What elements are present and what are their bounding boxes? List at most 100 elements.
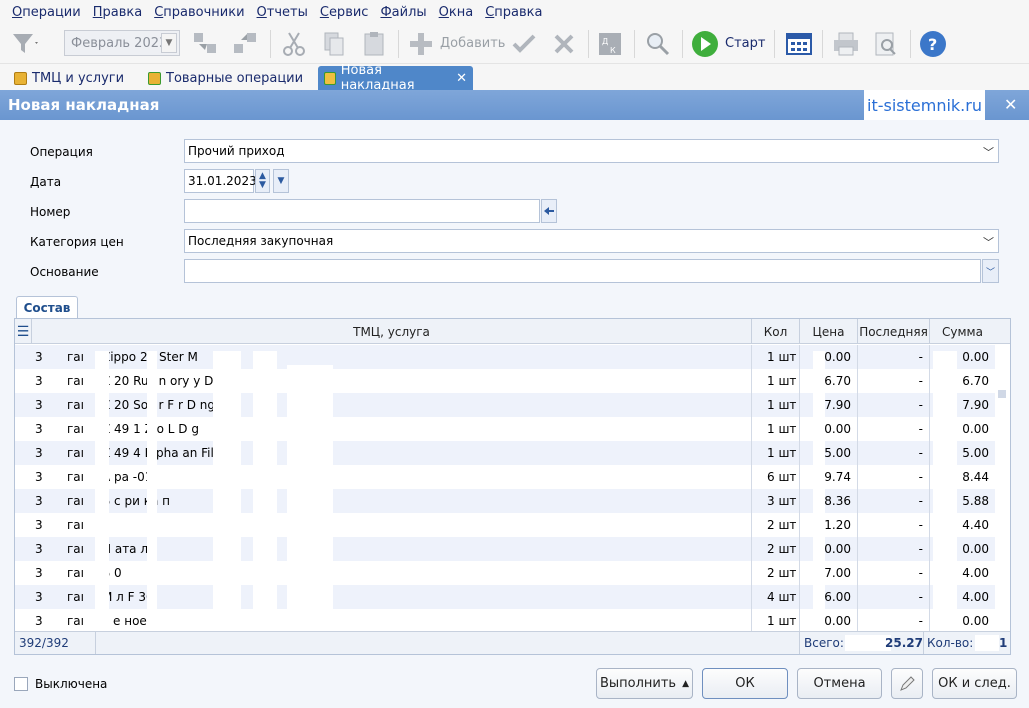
menu-operations[interactable]: Операции bbox=[12, 5, 81, 20]
copy-icon[interactable] bbox=[318, 28, 350, 60]
chevron-down-icon[interactable]: ﹀ bbox=[983, 144, 994, 160]
total-value: 25.27 bbox=[885, 636, 923, 650]
grid-footer: 392/392 Всего: 25.27 Кол-во: 1 bbox=[15, 631, 1010, 654]
menu-edit[interactable]: Правка bbox=[93, 5, 142, 20]
date-field[interactable]: 31.01.2023 bbox=[184, 169, 257, 193]
period-select[interactable]: Февраль 2023 ▼ bbox=[64, 30, 180, 56]
basis-label: Основание bbox=[30, 265, 99, 279]
column-header-price[interactable]: Цена bbox=[799, 319, 857, 344]
grid-scrollbar[interactable] bbox=[995, 345, 1010, 630]
cell-a: 3 bbox=[35, 518, 43, 532]
operation-select[interactable]: Прочий приход ﹀ bbox=[184, 139, 999, 163]
table-row[interactable]: 3 гаı Б с ри ка п3 шт 8.36-5.88 bbox=[15, 489, 995, 513]
execute-button[interactable]: Выполнить ▲ bbox=[596, 668, 693, 699]
cancel-button[interactable]: Отмена bbox=[797, 668, 882, 699]
column-header-sum[interactable]: Сумма bbox=[929, 319, 995, 344]
ok-next-button[interactable]: ОК и след. bbox=[932, 668, 1017, 699]
table-row[interactable]: 3 гаı П ата ла 2 шт 0.00-0.00 bbox=[15, 537, 995, 561]
menu-service[interactable]: Сервис bbox=[320, 5, 369, 20]
tab-new-invoice[interactable]: Новая накладная ✕ bbox=[318, 63, 473, 93]
close-icon[interactable]: ✕ bbox=[1004, 95, 1017, 114]
search-icon[interactable] bbox=[642, 28, 674, 60]
cell-a: 3 bbox=[35, 614, 43, 628]
table-row[interactable]: 3 гаı Z 20 Soc r F r D ng 1 шт 37.90-7.90 bbox=[15, 393, 995, 417]
menu-icon[interactable]: ☰ bbox=[15, 319, 31, 344]
menu-directories[interactable]: Справочники bbox=[154, 5, 244, 20]
menu-help[interactable]: Справка bbox=[485, 5, 542, 20]
calculator-icon[interactable] bbox=[782, 28, 816, 60]
cell-price: 0.00 bbox=[824, 422, 851, 436]
move-down-icon[interactable] bbox=[190, 28, 222, 60]
close-icon[interactable]: ✕ bbox=[456, 71, 467, 86]
cell-name: М л F 30 bbox=[102, 590, 154, 604]
basis-input[interactable] bbox=[184, 259, 981, 283]
print-icon[interactable] bbox=[830, 28, 862, 60]
menu-files[interactable]: Файлы bbox=[380, 5, 426, 20]
column-header-item[interactable]: ТМЦ, услуга bbox=[31, 319, 751, 344]
number-input[interactable] bbox=[184, 199, 540, 223]
cell-name: А ра -01 bbox=[102, 470, 153, 484]
cell-name: Zippo 20 Ster M bbox=[102, 350, 198, 364]
operation-value: Прочий приход bbox=[188, 144, 285, 158]
tab-contents[interactable]: Состав bbox=[16, 296, 78, 319]
scroll-thumb[interactable] bbox=[998, 390, 1006, 398]
table-row[interactable]: 3 гаı Z 49 4 E pha an Fill 1 шт 5.00-5.00 bbox=[15, 441, 995, 465]
help-icon[interactable]: ? bbox=[917, 28, 949, 60]
watermark: it-sistemnik.ru bbox=[864, 90, 985, 120]
cell-b: гаı bbox=[67, 494, 84, 508]
cell-qty: 1 шт bbox=[767, 374, 797, 388]
tab-tmc-services[interactable]: ТМЦ и услуги bbox=[8, 66, 130, 90]
cancel-icon[interactable] bbox=[548, 28, 580, 60]
cell-qty: 4 шт bbox=[767, 590, 797, 604]
window-title: Новая накладная bbox=[8, 96, 160, 114]
filter-icon[interactable] bbox=[8, 28, 42, 60]
cell-a: 3 bbox=[35, 350, 43, 364]
cell-b: гаı bbox=[67, 374, 84, 388]
check-icon[interactable] bbox=[508, 28, 540, 60]
table-row[interactable]: 3 гаı Б 02 шт 7.00-4.00 bbox=[15, 561, 995, 585]
ok-button[interactable]: ОК bbox=[702, 668, 788, 699]
date-spinner[interactable]: ▲ ▼ bbox=[255, 169, 270, 193]
cell-qty: 1 шт bbox=[767, 398, 797, 412]
add-button-label[interactable]: Добавить bbox=[440, 36, 505, 51]
cell-price: 5.00 bbox=[824, 446, 851, 460]
column-header-qty[interactable]: Кол bbox=[751, 319, 799, 344]
table-row[interactable]: 3гаıZippo 20 Ster M1 шт0.00-0.00 bbox=[15, 345, 995, 369]
paste-icon[interactable] bbox=[358, 28, 390, 60]
cut-icon[interactable] bbox=[278, 28, 310, 60]
cell-price: 7.00 bbox=[824, 566, 851, 580]
price-category-value: Последняя закупочная bbox=[188, 234, 334, 248]
toolbar: Февраль 2023 ▼ Добавить ДК Старт ? bbox=[0, 24, 1029, 64]
table-row[interactable]: 3гаıп2 шт1.20-4.40 bbox=[15, 513, 995, 537]
move-up-icon[interactable] bbox=[230, 28, 262, 60]
price-category-label: Категория цен bbox=[30, 235, 124, 249]
dk-icon[interactable]: ДК bbox=[594, 28, 626, 60]
table-row[interactable]: 3 гаı М л F 30 4 шт 6.00-4.00 bbox=[15, 585, 995, 609]
play-icon[interactable] bbox=[689, 28, 721, 60]
cell-a: 3 bbox=[35, 398, 43, 412]
column-header-last[interactable]: Последняя bbox=[857, 319, 929, 344]
table-row[interactable]: 3 гаı Z 20 Rus n ory y D1 шт 36.70-6.70 bbox=[15, 369, 995, 393]
calendar-dropdown-icon[interactable]: ▼ bbox=[273, 169, 289, 193]
table-row[interactable]: 3 гаı Р е ное 1 шт 0.00-0.00 bbox=[15, 609, 995, 633]
table-row[interactable]: 3 гаı А ра -01 6 шт 9.74-8.44 bbox=[15, 465, 995, 489]
menu-windows[interactable]: Окна bbox=[439, 5, 474, 20]
cell-name: Б с ри ка п bbox=[102, 494, 170, 508]
pen-icon[interactable] bbox=[891, 668, 923, 699]
disabled-checkbox[interactable] bbox=[14, 677, 28, 691]
chevron-down-icon[interactable]: ﹀ bbox=[983, 234, 994, 250]
add-icon[interactable] bbox=[404, 28, 438, 60]
price-category-select[interactable]: Последняя закупочная ﹀ bbox=[184, 229, 999, 253]
cell-a: 3 bbox=[35, 590, 43, 604]
chevron-down-icon[interactable]: ▼ bbox=[161, 33, 177, 53]
start-button-label[interactable]: Старт bbox=[725, 36, 765, 51]
disabled-label: Выключена bbox=[35, 677, 108, 691]
chevron-up-icon: ▲ bbox=[682, 678, 690, 689]
tab-goods-operations[interactable]: Товарные операции bbox=[142, 66, 309, 90]
arrow-left-icon[interactable] bbox=[541, 199, 557, 223]
cell-last: - bbox=[918, 374, 923, 388]
preview-icon[interactable] bbox=[870, 28, 902, 60]
table-row[interactable]: 3гаıZ 49 1 Z o L D g1 шт0.00-0.00 bbox=[15, 417, 995, 441]
chevron-down-icon[interactable]: ﹀ bbox=[982, 259, 999, 283]
menu-reports[interactable]: Отчеты bbox=[257, 5, 308, 20]
